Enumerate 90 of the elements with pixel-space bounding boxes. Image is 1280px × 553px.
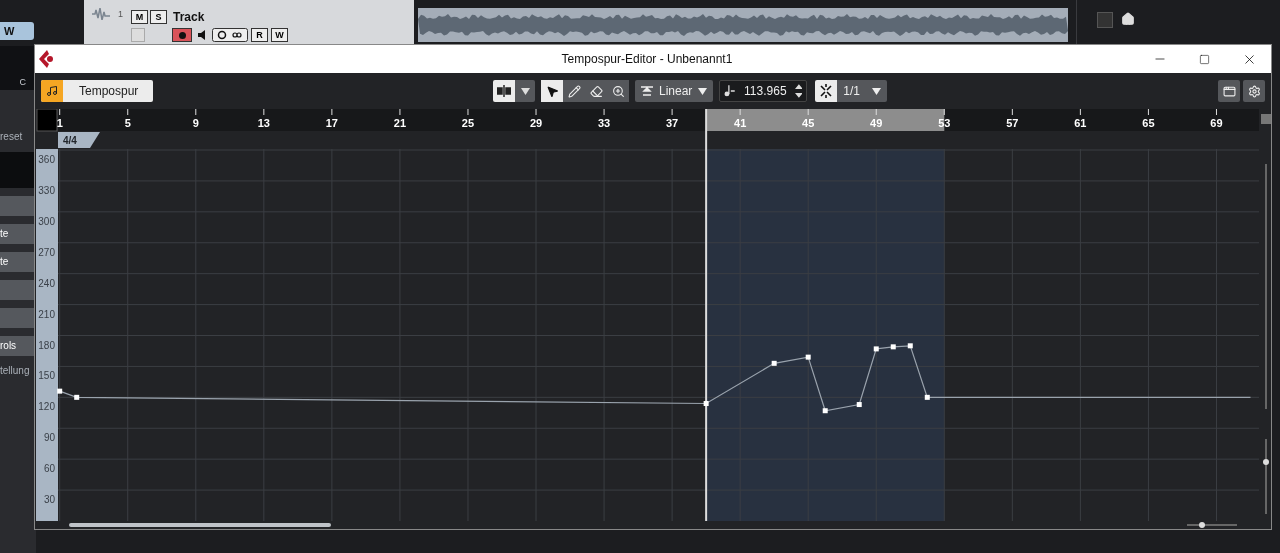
caret-icon [872,87,882,95]
solo-button[interactable]: S [150,10,167,24]
ruler-bar-number: 53 [938,117,951,129]
eraser-icon [589,84,603,98]
panel-button[interactable]: te [0,224,36,244]
dropdown-button[interactable] [515,80,535,102]
home-icon[interactable] [1121,12,1135,26]
window-icon [1222,84,1236,98]
snap-icon [819,84,834,98]
maximize-icon[interactable] [1199,53,1210,65]
track-button[interactable]: Tempospur [41,80,153,102]
y-axis-label: 60 [43,463,55,475]
ruler-bar-number: 25 [461,117,475,129]
value-label: C [19,76,26,89]
ruler-bar-number: 9 [192,117,199,129]
checkbox[interactable] [1097,12,1113,28]
track-number: 1 [118,8,123,21]
caret-icon [698,87,708,95]
ruler-bar-number: 13 [257,117,270,129]
time-signature-label: 4/4 [63,135,77,146]
checkbox[interactable] [131,28,145,42]
panel-label: tellung [0,364,31,378]
y-axis-label: 330 [38,184,55,196]
panel-button[interactable]: W [0,22,34,40]
ruler-bar-number: 37 [666,117,679,129]
ruler-bar-number: 45 [802,117,815,129]
horizontal-scrollbar[interactable] [69,523,331,527]
panel-button[interactable] [0,308,36,328]
y-axis-label: 210 [38,308,55,320]
read-button[interactable]: R [251,28,268,42]
panel-label: reset [0,130,24,144]
ruler-bar-number: 65 [1142,117,1155,129]
ruler-bar-number: 61 [1074,117,1087,129]
panel-field [0,152,36,188]
tempo-curve[interactable] [57,343,1252,414]
ruler-bar-number: 1 [56,117,63,129]
y-axis-label: 150 [38,370,55,382]
y-axis-label: 240 [38,277,55,289]
ruler-bar-number: 33 [597,117,611,129]
settings-button[interactable] [1243,80,1265,102]
ruler-bar-number: 5 [124,117,131,129]
track-name: Track [173,9,205,26]
y-axis-label: 120 [38,401,55,413]
corner-box [36,109,58,132]
y-axis-label: 300 [38,215,55,227]
settings-icon [1247,84,1261,98]
panel-button[interactable]: te [0,252,36,272]
split-tool-button[interactable] [493,80,515,102]
note-icon [724,85,737,97]
vertical-scrollbar[interactable] [1265,164,1267,409]
ruler-bar-number: 57 [1006,117,1019,129]
playback-cursor[interactable] [705,109,708,521]
y-axis-label: 180 [38,339,55,351]
track-header[interactable]: 1 M S Track R W [84,0,414,44]
ruler-bar-number: 21 [393,117,407,129]
ruler-bar-number: 69 [1210,117,1223,129]
window-title: Tempospur-Editor - Unbenannt1 [560,51,734,68]
slider-thumb[interactable] [1199,522,1205,528]
y-axis-label: 30 [43,494,55,506]
panel-button[interactable] [0,280,36,300]
curve-icon [641,86,653,96]
edit-icon[interactable] [212,28,248,42]
caret-icon [520,87,530,95]
tempo-field[interactable]: 113.965 [719,80,808,102]
ruler-bar-number: 17 [325,117,338,129]
zoom-icon [611,84,625,98]
curve-type-dropdown[interactable]: Linear [635,80,714,102]
audio-event[interactable] [418,8,1068,42]
arrow-icon [545,84,559,98]
snap-value-dropdown[interactable]: 1/1 [837,80,888,102]
ruler-bar-number: 49 [870,117,883,129]
snap-toggle[interactable] [815,80,838,102]
y-axis-label: 270 [38,246,55,258]
waveform-icon [92,8,110,20]
panel-button[interactable]: rols [0,336,36,356]
write-button[interactable]: W [271,28,288,42]
record-button[interactable] [172,28,192,42]
panel-button[interactable] [0,196,36,216]
y-axis-label: 360 [38,154,55,165]
tool-button[interactable] [541,80,563,102]
slider-thumb[interactable] [1263,458,1269,465]
window-layout-button[interactable] [1218,80,1240,102]
pencil-icon [567,84,581,98]
stepper-icon[interactable] [794,84,803,98]
dropdown-toggle[interactable] [1261,114,1271,124]
split-icon [497,85,511,97]
ruler-bar-number: 29 [529,117,543,129]
ruler-bar-number: 41 [734,117,747,129]
mute-button[interactable]: M [131,10,148,24]
y-axis-label: 90 [43,432,55,444]
